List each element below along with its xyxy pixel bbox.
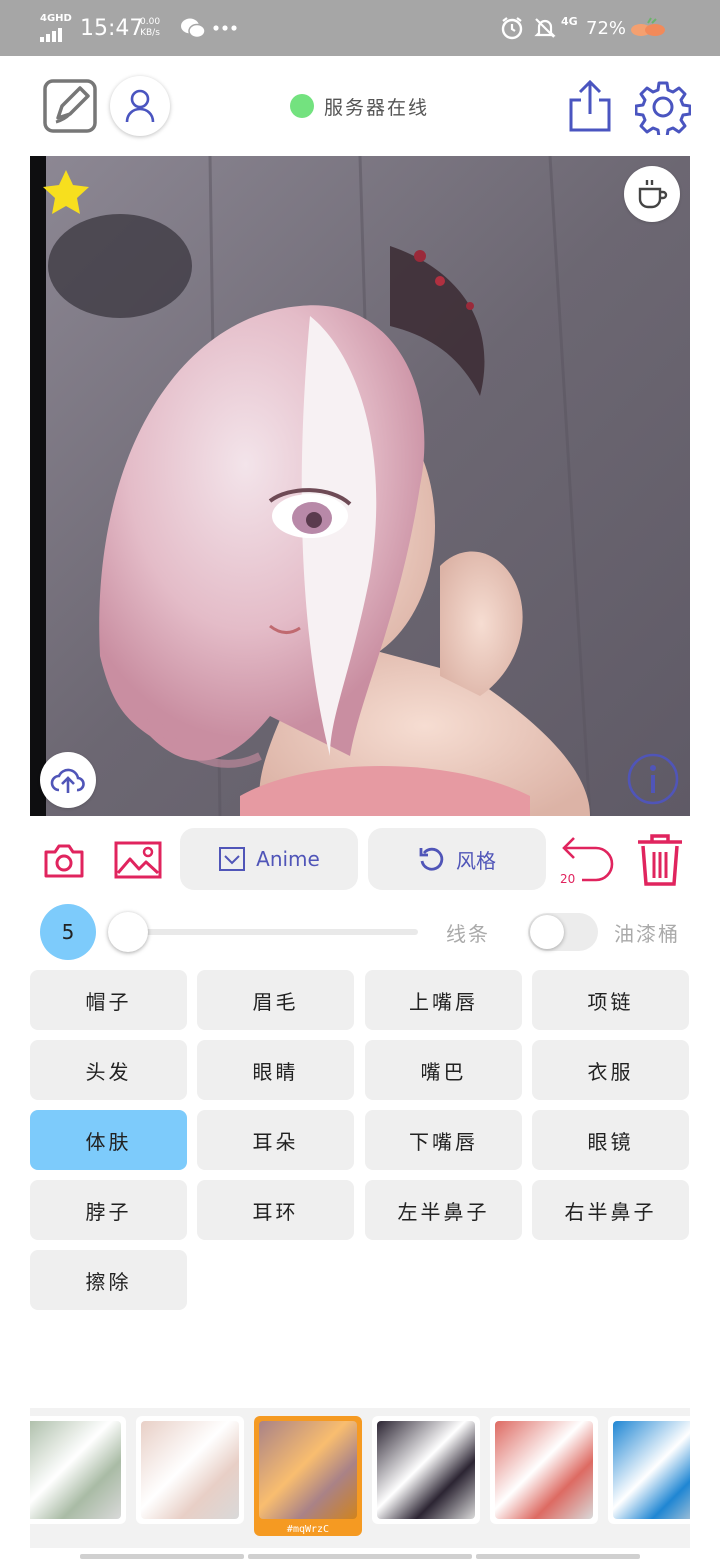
- info-button[interactable]: [626, 752, 680, 806]
- gear-icon: [635, 81, 691, 135]
- battery-percent: 72%: [586, 17, 627, 39]
- dropdown-box-icon: [219, 847, 246, 871]
- battery-carrot-icon: [628, 0, 668, 56]
- segment-label-button[interactable]: 体肤: [30, 1110, 187, 1170]
- style-button[interactable]: 风格: [368, 828, 546, 890]
- beige-texture: [141, 1421, 239, 1519]
- undo-count: 20: [560, 872, 576, 886]
- camera-icon: [44, 844, 84, 878]
- coffee-cup-icon: [638, 180, 668, 209]
- trash-icon: [638, 834, 682, 886]
- dark-purple-texture: [377, 1421, 475, 1519]
- segment-label-button[interactable]: 下嘴唇: [365, 1110, 522, 1170]
- green-grey-texture: [30, 1421, 121, 1519]
- style-code-label: #mqWrzC: [286, 1524, 330, 1535]
- segment-label-button[interactable]: 嘴巴: [365, 1040, 522, 1100]
- style-label: 风格: [456, 848, 496, 873]
- blue-water-texture: [613, 1421, 690, 1519]
- segment-label-button[interactable]: 眼睛: [197, 1040, 354, 1100]
- nav-indicator-right: [476, 1554, 640, 1559]
- star-icon: [43, 170, 89, 214]
- user-icon: [125, 89, 155, 123]
- segment-label-button[interactable]: 上嘴唇: [365, 970, 522, 1030]
- nav-indicator-center: [248, 1554, 472, 1559]
- status-bar: 4GHD 15:47 0.00 KB/s 4G 72%: [0, 0, 720, 56]
- brush-size-slider-track[interactable]: [128, 929, 418, 935]
- delete-button[interactable]: [632, 832, 688, 888]
- alarm-icon: [500, 0, 524, 56]
- style-thumbnail[interactable]: [490, 1416, 598, 1524]
- nav-indicator-left: [80, 1554, 244, 1559]
- coral-red-texture: [495, 1421, 593, 1519]
- gallery-button[interactable]: [112, 836, 164, 884]
- segment-label-button[interactable]: 帽子: [30, 970, 187, 1030]
- mute-bell-icon: [533, 0, 557, 56]
- server-status-label: 服务器在线: [324, 96, 430, 119]
- camera-button[interactable]: [40, 836, 88, 884]
- style-thumbnail-strip[interactable]: #mqWrzC: [30, 1408, 690, 1548]
- segment-label-button[interactable]: 衣服: [532, 1040, 689, 1100]
- generated-image-canvas[interactable]: [30, 156, 690, 816]
- rose-lace-texture: [259, 1421, 357, 1519]
- server-status: 服务器在线: [290, 92, 429, 120]
- segment-label-button[interactable]: 耳环: [197, 1180, 354, 1240]
- info-icon: [627, 753, 679, 805]
- favorite-button[interactable]: [40, 168, 92, 222]
- segment-label-button[interactable]: 擦除: [30, 1250, 187, 1310]
- segment-label-button[interactable]: 眼镜: [532, 1110, 689, 1170]
- settings-button[interactable]: [634, 78, 692, 136]
- segment-label-button[interactable]: 头发: [30, 1040, 187, 1100]
- wechat-icon: [180, 0, 206, 56]
- segment-label-button[interactable]: 耳朵: [197, 1110, 354, 1170]
- segment-label-button[interactable]: 左半鼻子: [365, 1180, 522, 1240]
- network-type-label: 4GHD: [40, 13, 72, 24]
- line-mode-label: 线条: [446, 922, 490, 946]
- paint-bucket-label: 油漆桶: [614, 922, 680, 946]
- brush-size-slider-thumb[interactable]: [108, 912, 148, 952]
- segment-label-button[interactable]: 项链: [532, 970, 689, 1030]
- user-profile-button[interactable]: [110, 76, 170, 136]
- model-label: Anime: [256, 847, 320, 871]
- brush-size-badge: 5: [40, 904, 96, 960]
- segment-label-button[interactable]: 脖子: [30, 1180, 187, 1240]
- share-button[interactable]: [562, 78, 618, 134]
- segment-label-button[interactable]: 右半鼻子: [532, 1180, 689, 1240]
- online-indicator: [290, 94, 314, 118]
- refresh-style-icon: [419, 847, 444, 871]
- style-thumbnail[interactable]: [372, 1416, 480, 1524]
- segment-label-button[interactable]: 眉毛: [197, 970, 354, 1030]
- cloud-upload-button[interactable]: [40, 752, 96, 808]
- style-thumbnail[interactable]: [30, 1416, 126, 1524]
- style-thumbnail[interactable]: [608, 1416, 690, 1524]
- mobile-network-label: 4G: [561, 14, 578, 28]
- edit-sketch-button[interactable]: [42, 78, 98, 134]
- network-speed: 0.00 KB/s: [140, 17, 161, 38]
- coffee-support-button[interactable]: [624, 166, 680, 222]
- generated-anime-portrait: [30, 156, 690, 816]
- cloud-upload-icon: [50, 768, 85, 793]
- more-notifications-icon: [212, 0, 238, 56]
- style-thumbnail[interactable]: #mqWrzC: [254, 1416, 362, 1536]
- toggle-knob[interactable]: [530, 915, 564, 949]
- share-upload-icon: [569, 79, 611, 132]
- status-time: 15:47: [80, 15, 144, 41]
- paint-bucket-toggle[interactable]: [528, 913, 598, 951]
- signal-icon: [40, 0, 62, 56]
- sketch-pencil-icon: [43, 79, 97, 133]
- model-selector-button[interactable]: Anime: [180, 828, 358, 890]
- image-gallery-icon: [114, 841, 162, 879]
- style-thumbnail[interactable]: [136, 1416, 244, 1524]
